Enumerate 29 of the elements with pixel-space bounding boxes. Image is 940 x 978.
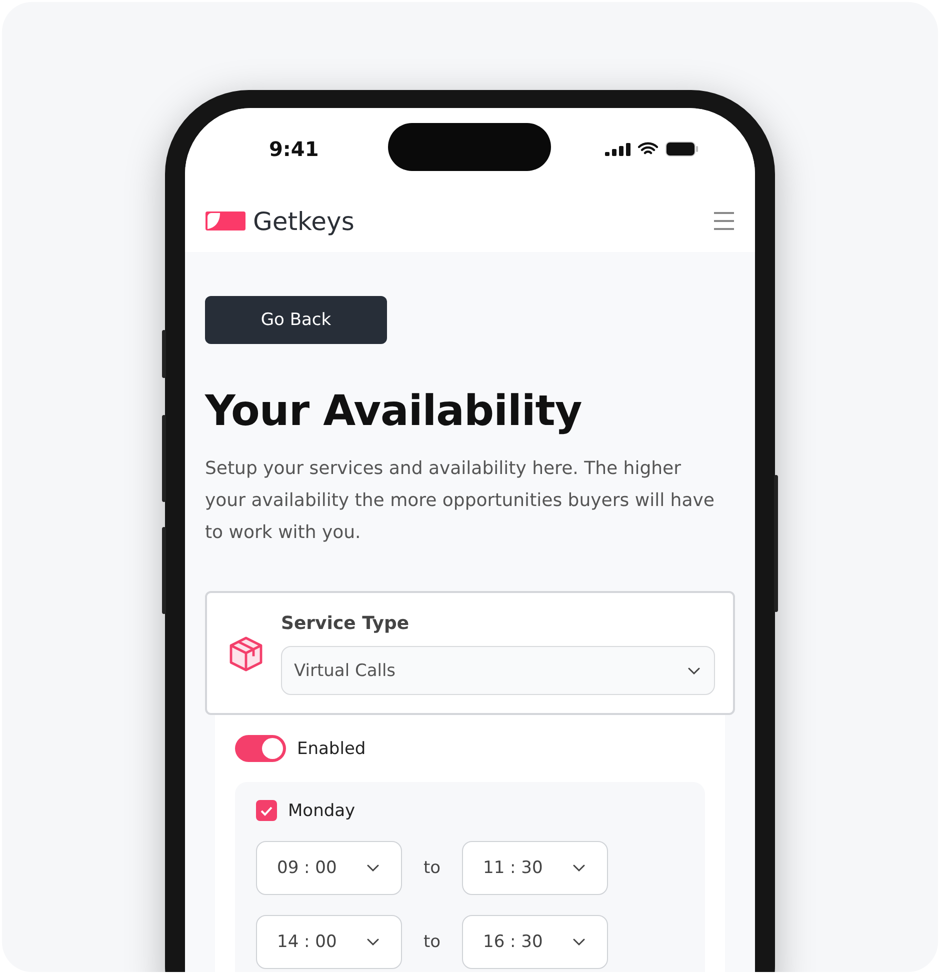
wifi-icon — [638, 142, 658, 156]
service-type-select[interactable]: Virtual Calls — [281, 646, 715, 695]
toggle-label: Enabled — [297, 738, 366, 758]
menu-icon[interactable] — [713, 211, 735, 231]
box-icon — [229, 636, 263, 672]
range-separator: to — [422, 858, 442, 878]
chevron-icon — [367, 864, 379, 872]
start-time-select[interactable]: 09 : 00 — [256, 841, 402, 895]
page-title: Your Availability — [205, 386, 583, 435]
go-back-button[interactable]: Go Back — [205, 296, 387, 344]
enabled-toggle[interactable] — [235, 735, 286, 762]
chevron-icon — [367, 938, 379, 946]
battery-icon — [665, 141, 699, 157]
status-time: 9:41 — [269, 137, 319, 161]
end-time-select[interactable]: 11 : 30 — [462, 841, 608, 895]
signal-icon — [605, 142, 631, 156]
page-description: Setup your services and availability here. The higher your availability the more opportunities buyers will have to work with you. — [205, 457, 716, 545]
chevron-icon — [573, 938, 585, 946]
brand-name: Getkeys — [253, 206, 354, 236]
service-type-label: Service Type — [281, 613, 410, 634]
day-checkbox[interactable] — [256, 800, 277, 821]
end-time-select[interactable]: 16 : 30 — [462, 915, 608, 969]
logo-icon — [205, 211, 246, 231]
chevron-icon — [573, 864, 585, 872]
day-name: Monday — [288, 800, 356, 820]
check-icon — [260, 806, 273, 816]
range-separator: to — [422, 932, 442, 952]
chevron-icon — [688, 666, 700, 674]
start-time-select[interactable]: 14 : 00 — [256, 915, 402, 969]
